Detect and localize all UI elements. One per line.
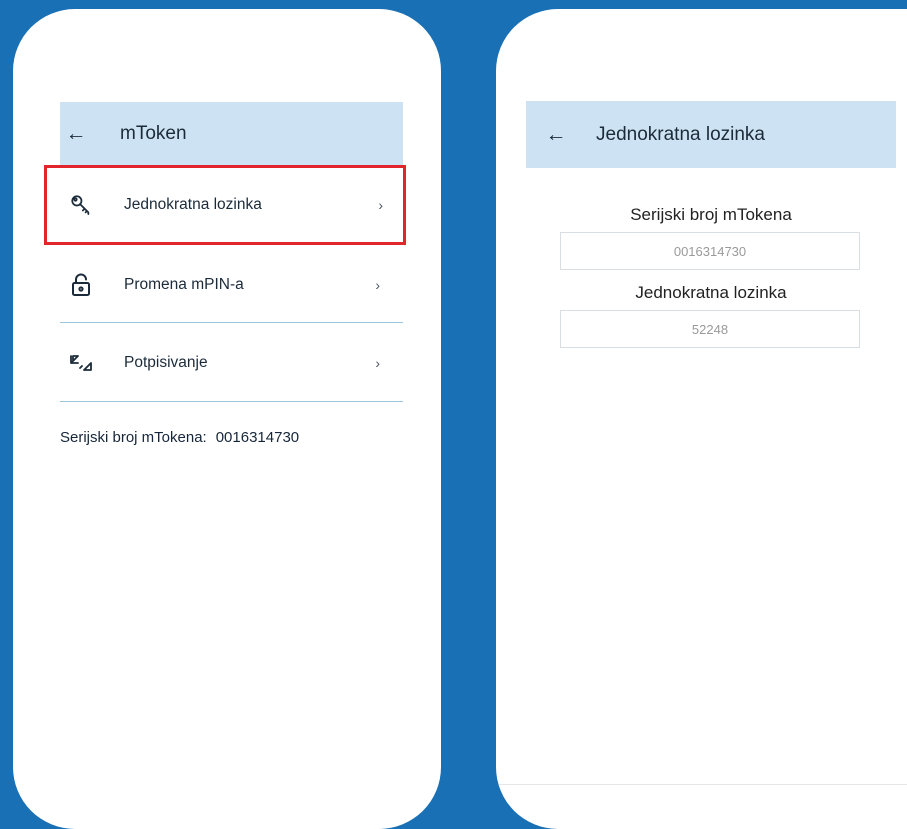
otp-field: 52248 xyxy=(560,310,860,348)
menu-item-promena-mpin[interactable]: Promena mPIN-a › xyxy=(60,247,403,323)
page-title: mToken xyxy=(120,122,187,144)
right-phone-screen: ← Jednokratna lozinka Serijski broj mTok… xyxy=(496,9,907,829)
serial-number-label: Serijski broj mTokena xyxy=(630,205,792,224)
left-phone-screen: ← mToken Jednokratna lozinka › Promena m… xyxy=(13,9,441,829)
otp-label: Jednokratna lozinka xyxy=(635,283,787,302)
menu-item-label: Promena mPIN-a xyxy=(124,276,244,293)
divider xyxy=(60,322,403,323)
menu-item-label: Potpisivanje xyxy=(124,354,208,371)
divider xyxy=(60,401,403,402)
chevron-right-icon: › xyxy=(375,355,380,371)
bottom-divider xyxy=(496,784,907,785)
page-title: Jednokratna lozinka xyxy=(596,123,765,145)
menu-item-jednokratna-lozinka[interactable]: Jednokratna lozinka › xyxy=(44,165,406,245)
unlock-icon xyxy=(69,273,93,297)
app-bar: ← mToken xyxy=(60,102,403,165)
sign-arrows-icon xyxy=(69,351,93,375)
serial-number-field: 0016314730 xyxy=(560,232,860,270)
back-arrow-icon[interactable]: ← xyxy=(544,124,568,145)
serial-number-value: 0016314730 xyxy=(215,429,300,446)
app-bar: ← Jednokratna lozinka xyxy=(526,101,896,168)
serial-number-line: Serijski broj mTokena: 0016314730 xyxy=(60,429,299,446)
serial-number-label: Serijski broj mTokena: xyxy=(60,429,207,446)
chevron-right-icon: › xyxy=(378,197,383,213)
menu-item-label: Jednokratna lozinka xyxy=(124,196,262,213)
menu-item-potpisivanje[interactable]: Potpisivanje › xyxy=(60,325,403,401)
chevron-right-icon: › xyxy=(375,277,380,293)
back-arrow-icon[interactable]: ← xyxy=(64,123,88,144)
key-icon xyxy=(69,193,93,217)
